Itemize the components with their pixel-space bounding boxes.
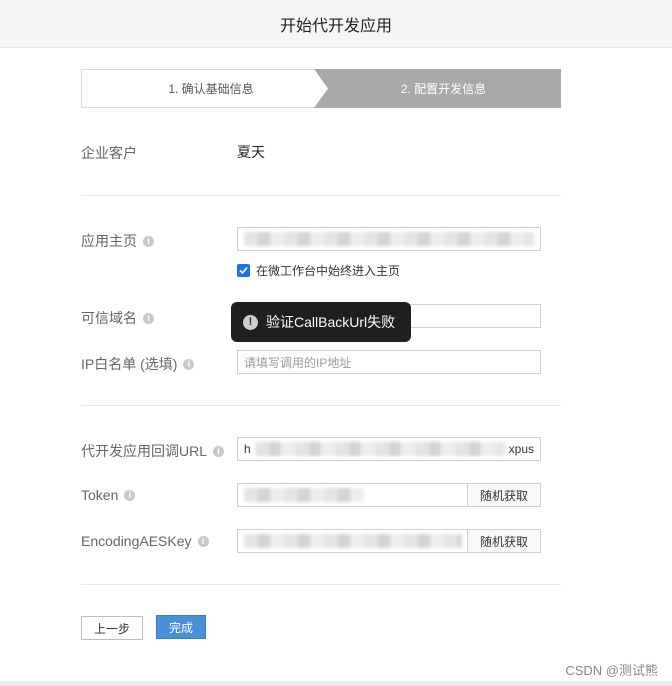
divider xyxy=(81,584,561,585)
homepage-input[interactable] xyxy=(237,227,541,251)
step-confirm-basic-info: 1. 确认基础信息 xyxy=(81,69,341,108)
toast-message: 验证CallBackUrl失败 xyxy=(266,314,396,330)
aes-key-label: EncodingAESKey i xyxy=(81,533,209,549)
callback-url-label: 代开发应用回调URL i xyxy=(81,441,225,461)
trusted-domain-label: 可信域名 i xyxy=(81,308,154,328)
info-icon[interactable]: i xyxy=(213,445,225,457)
error-toast: ! 验证CallBackUrl失败 xyxy=(231,302,411,342)
aes-key-input[interactable] xyxy=(237,529,468,553)
step-2-label: 2. 配置开发信息 xyxy=(400,82,487,96)
page-title: 开始代开发应用 xyxy=(279,17,392,35)
divider xyxy=(81,405,561,406)
homepage-label: 应用主页 i xyxy=(81,231,154,251)
info-icon[interactable]: i xyxy=(197,535,209,547)
redacted-text xyxy=(244,534,462,548)
token-random-button[interactable]: 随机获取 xyxy=(467,483,541,507)
info-icon[interactable]: i xyxy=(143,312,154,324)
aes-key-random-button[interactable]: 随机获取 xyxy=(467,529,541,553)
info-icon[interactable]: i xyxy=(124,489,136,501)
exclamation-icon: ! xyxy=(243,314,258,330)
info-icon[interactable]: i xyxy=(143,235,154,247)
step-indicator: 1. 确认基础信息 2. 配置开发信息 xyxy=(81,69,561,108)
homepage-checkbox-label: 在微工作台中始终进入主页 xyxy=(256,264,401,278)
redacted-text xyxy=(244,488,364,502)
token-label: Token i xyxy=(81,487,136,503)
info-icon[interactable]: i xyxy=(183,358,195,370)
page-header: 开始代开发应用 xyxy=(0,0,672,48)
homepage-checkbox-row[interactable]: 在微工作台中始终进入主页 xyxy=(237,262,400,279)
ip-whitelist-input[interactable]: 请填写调用的IP地址 xyxy=(237,350,541,374)
bottom-scrollbar xyxy=(0,681,672,686)
redacted-text xyxy=(244,232,534,246)
checkbox-checked-icon[interactable] xyxy=(237,264,250,277)
enterprise-label: 企业客户 xyxy=(81,145,137,161)
divider xyxy=(81,195,561,196)
ip-whitelist-label: IP白名单 (选填) i xyxy=(81,354,195,374)
enterprise-value: 夏天 xyxy=(237,144,265,160)
token-input[interactable] xyxy=(237,483,468,507)
previous-step-button[interactable]: 上一步 xyxy=(81,616,143,640)
step-1-label: 1. 确认基础信息 xyxy=(168,82,254,96)
redacted-text xyxy=(254,442,505,456)
watermark: CSDN @测试熊 xyxy=(565,663,658,678)
callback-url-input[interactable]: h xpus xyxy=(237,437,541,461)
step-configure-dev-info: 2. 配置开发信息 xyxy=(314,69,561,108)
ip-whitelist-placeholder: 请填写调用的IP地址 xyxy=(244,355,352,370)
done-button[interactable]: 完成 xyxy=(156,615,206,639)
